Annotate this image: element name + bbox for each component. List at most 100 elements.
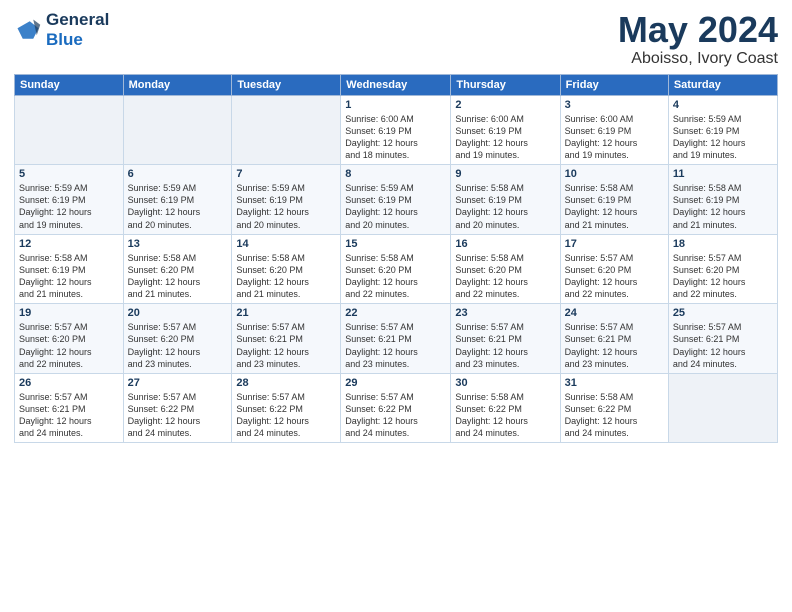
- day-number: 6: [128, 168, 228, 180]
- day-number: 31: [565, 377, 664, 389]
- weekday-header-friday: Friday: [560, 74, 668, 95]
- day-number: 18: [673, 238, 773, 250]
- day-number: 28: [236, 377, 336, 389]
- day-number: 30: [455, 377, 555, 389]
- day-info: Sunrise: 5:58 AMSunset: 6:22 PMDaylight:…: [455, 391, 555, 440]
- weekday-header-sunday: Sunday: [15, 74, 124, 95]
- calendar-cell: 23 Sunrise: 5:57 AMSunset: 6:21 PMDayligh…: [451, 304, 560, 374]
- calendar-cell: 4 Sunrise: 5:59 AMSunset: 6:19 PMDaylight…: [668, 95, 777, 165]
- calendar-cell: 31 Sunrise: 5:58 AMSunset: 6:22 PMDayligh…: [560, 373, 668, 443]
- calendar-week-4: 19 Sunrise: 5:57 AMSunset: 6:20 PMDayligh…: [15, 304, 778, 374]
- calendar-cell: 7 Sunrise: 5:59 AMSunset: 6:19 PMDaylight…: [232, 165, 341, 235]
- day-number: 2: [455, 99, 555, 111]
- day-number: 24: [565, 307, 664, 319]
- calendar-cell: 27 Sunrise: 5:57 AMSunset: 6:22 PMDayligh…: [123, 373, 232, 443]
- weekday-header-monday: Monday: [123, 74, 232, 95]
- day-number: 26: [19, 377, 119, 389]
- calendar-cell: 19 Sunrise: 5:57 AMSunset: 6:20 PMDayligh…: [15, 304, 124, 374]
- day-number: 9: [455, 168, 555, 180]
- calendar-cell: 11 Sunrise: 5:58 AMSunset: 6:19 PMDayligh…: [668, 165, 777, 235]
- day-number: 13: [128, 238, 228, 250]
- day-info: Sunrise: 5:58 AMSunset: 6:20 PMDaylight:…: [128, 252, 228, 301]
- calendar-week-3: 12Sunrise: 5:58 AMSunset: 6:19 PMDayligh…: [15, 234, 778, 304]
- day-number: 15: [345, 238, 446, 250]
- day-info: Sunrise: 5:58 AMSunset: 6:20 PMDaylight:…: [236, 252, 336, 301]
- header: General Blue May 2024 Aboisso, Ivory Coa…: [14, 10, 778, 68]
- day-info: Sunrise: 5:57 AMSunset: 6:20 PMDaylight:…: [565, 252, 664, 301]
- calendar-cell: 5Sunrise: 5:59 AMSunset: 6:19 PMDaylight…: [15, 165, 124, 235]
- day-info: Sunrise: 5:58 AMSunset: 6:19 PMDaylight:…: [565, 182, 664, 231]
- day-info: Sunrise: 5:57 AMSunset: 6:21 PMDaylight:…: [455, 321, 555, 370]
- day-info: Sunrise: 5:57 AMSunset: 6:21 PMDaylight:…: [236, 321, 336, 370]
- day-info: Sunrise: 5:58 AMSunset: 6:19 PMDaylight:…: [19, 252, 119, 301]
- day-number: 20: [128, 307, 228, 319]
- day-number: 19: [19, 307, 119, 319]
- day-info: Sunrise: 5:57 AMSunset: 6:22 PMDaylight:…: [236, 391, 336, 440]
- calendar-cell: 25 Sunrise: 5:57 AMSunset: 6:21 PMDayligh…: [668, 304, 777, 374]
- calendar-cell: 18Sunrise: 5:57 AMSunset: 6:20 PMDayligh…: [668, 234, 777, 304]
- day-number: 23: [455, 307, 555, 319]
- weekday-header-row: SundayMondayTuesdayWednesdayThursdayFrid…: [15, 74, 778, 95]
- calendar-cell: 1Sunrise: 6:00 AMSunset: 6:19 PMDaylight…: [341, 95, 451, 165]
- calendar-cell: 15 Sunrise: 5:58 AMSunset: 6:20 PMDayligh…: [341, 234, 451, 304]
- day-number: 1: [345, 99, 446, 111]
- calendar-cell: 16Sunrise: 5:58 AMSunset: 6:20 PMDayligh…: [451, 234, 560, 304]
- calendar-week-1: 1 Sunrise: 6:00 AMSunset: 6:19 PMDaylight…: [15, 95, 778, 165]
- calendar-cell: [15, 95, 124, 165]
- calendar-cell: 13 Sunrise: 5:58 AMSunset: 6:20 PMDayligh…: [123, 234, 232, 304]
- logo-icon: [14, 16, 42, 44]
- calendar-cell: 29Sunrise: 5:57 AMSunset: 6:22 PMDayligh…: [341, 373, 451, 443]
- day-info: Sunrise: 5:57 AMSunset: 6:22 PMDaylight:…: [128, 391, 228, 440]
- day-info: Sunrise: 6:00 AMSunset: 6:19 PMDaylight:…: [565, 113, 664, 162]
- logo-text: General Blue: [46, 10, 109, 49]
- day-number: 25: [673, 307, 773, 319]
- day-info: Sunrise: 5:59 AMSunset: 6:19 PMDaylight:…: [128, 182, 228, 231]
- day-number: 27: [128, 377, 228, 389]
- calendar-body: 1 Sunrise: 6:00 AMSunset: 6:19 PMDaylight…: [15, 95, 778, 443]
- day-info: Sunrise: 5:57 AMSunset: 6:20 PMDaylight:…: [128, 321, 228, 370]
- page: General Blue May 2024 Aboisso, Ivory Coa…: [0, 0, 792, 612]
- calendar-cell: [123, 95, 232, 165]
- title-block: May 2024 Aboisso, Ivory Coast: [618, 10, 778, 68]
- weekday-header-wednesday: Wednesday: [341, 74, 451, 95]
- logo: General Blue: [14, 10, 109, 49]
- day-info: Sunrise: 5:58 AMSunset: 6:20 PMDaylight:…: [455, 252, 555, 301]
- day-info: Sunrise: 5:59 AMSunset: 6:19 PMDaylight:…: [345, 182, 446, 231]
- day-number: 3: [565, 99, 664, 111]
- calendar-cell: 26Sunrise: 5:57 AMSunset: 6:21 PMDayligh…: [15, 373, 124, 443]
- calendar-cell: 9 Sunrise: 5:58 AMSunset: 6:19 PMDaylight…: [451, 165, 560, 235]
- calendar-week-5: 26Sunrise: 5:57 AMSunset: 6:21 PMDayligh…: [15, 373, 778, 443]
- day-number: 10: [565, 168, 664, 180]
- day-info: Sunrise: 6:00 AMSunset: 6:19 PMDaylight:…: [455, 113, 555, 162]
- day-info: Sunrise: 5:57 AMSunset: 6:22 PMDaylight:…: [345, 391, 446, 440]
- day-info: Sunrise: 5:58 AMSunset: 6:20 PMDaylight:…: [345, 252, 446, 301]
- day-info: Sunrise: 5:57 AMSunset: 6:20 PMDaylight:…: [19, 321, 119, 370]
- day-number: 17: [565, 238, 664, 250]
- calendar-cell: 30 Sunrise: 5:58 AMSunset: 6:22 PMDayligh…: [451, 373, 560, 443]
- calendar-cell: 22 Sunrise: 5:57 AMSunset: 6:21 PMDayligh…: [341, 304, 451, 374]
- day-number: 7: [236, 168, 336, 180]
- calendar-cell: 17 Sunrise: 5:57 AMSunset: 6:20 PMDayligh…: [560, 234, 668, 304]
- day-number: 14: [236, 238, 336, 250]
- calendar-cell: 6 Sunrise: 5:59 AMSunset: 6:19 PMDaylight…: [123, 165, 232, 235]
- day-number: 22: [345, 307, 446, 319]
- day-number: 11: [673, 168, 773, 180]
- day-number: 4: [673, 99, 773, 111]
- day-info: Sunrise: 5:57 AMSunset: 6:21 PMDaylight:…: [673, 321, 773, 370]
- calendar-cell: 12Sunrise: 5:58 AMSunset: 6:19 PMDayligh…: [15, 234, 124, 304]
- day-info: Sunrise: 5:57 AMSunset: 6:21 PMDaylight:…: [565, 321, 664, 370]
- calendar-cell: 21Sunrise: 5:57 AMSunset: 6:21 PMDayligh…: [232, 304, 341, 374]
- day-number: 5: [19, 168, 119, 180]
- day-info: Sunrise: 5:59 AMSunset: 6:19 PMDaylight:…: [236, 182, 336, 231]
- day-info: Sunrise: 5:59 AMSunset: 6:19 PMDaylight:…: [673, 113, 773, 162]
- calendar-cell: 8Sunrise: 5:59 AMSunset: 6:19 PMDaylight…: [341, 165, 451, 235]
- day-info: Sunrise: 5:57 AMSunset: 6:21 PMDaylight:…: [345, 321, 446, 370]
- weekday-header-tuesday: Tuesday: [232, 74, 341, 95]
- day-info: Sunrise: 5:58 AMSunset: 6:19 PMDaylight:…: [673, 182, 773, 231]
- day-info: Sunrise: 5:58 AMSunset: 6:22 PMDaylight:…: [565, 391, 664, 440]
- calendar-cell: 2 Sunrise: 6:00 AMSunset: 6:19 PMDaylight…: [451, 95, 560, 165]
- calendar-cell: 14 Sunrise: 5:58 AMSunset: 6:20 PMDayligh…: [232, 234, 341, 304]
- main-title: May 2024: [618, 10, 778, 50]
- calendar-cell: 3 Sunrise: 6:00 AMSunset: 6:19 PMDaylight…: [560, 95, 668, 165]
- day-info: Sunrise: 5:58 AMSunset: 6:19 PMDaylight:…: [455, 182, 555, 231]
